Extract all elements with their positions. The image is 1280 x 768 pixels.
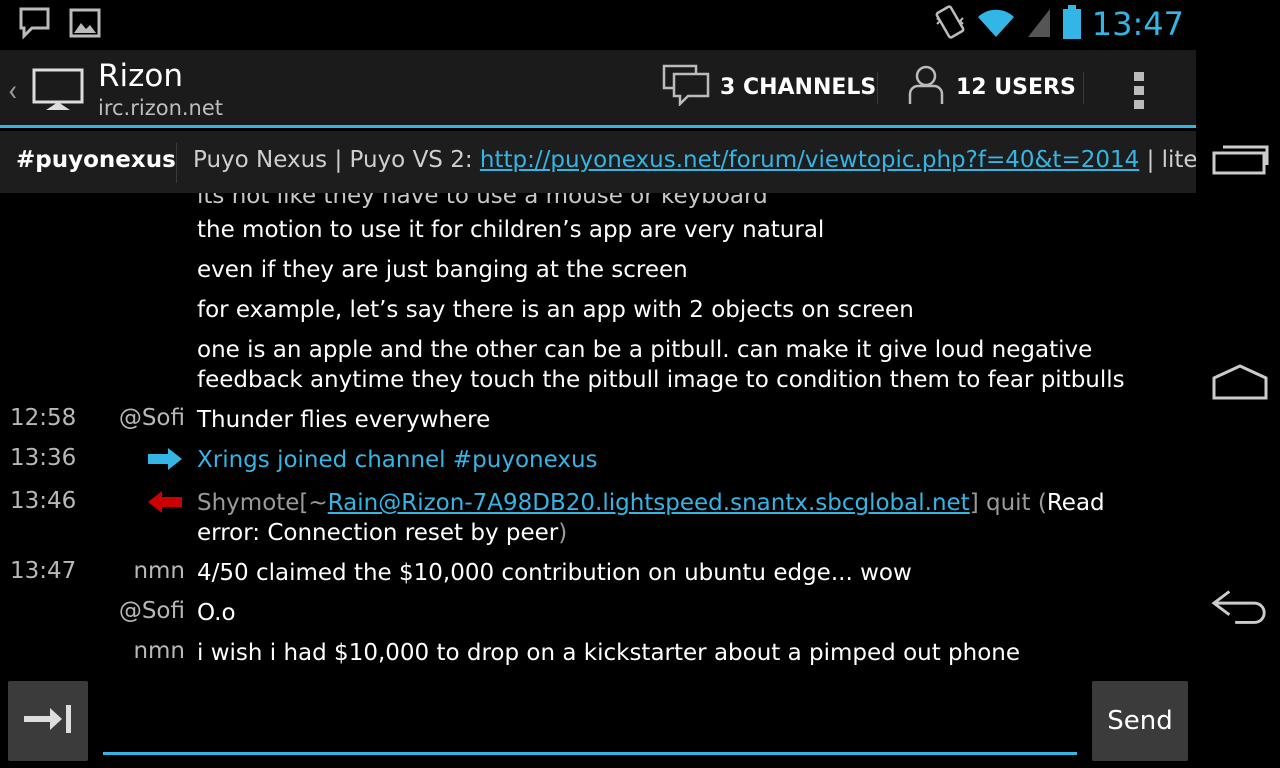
vibrate-icon: [934, 4, 966, 44]
nick-complete-button[interactable]: [8, 681, 88, 761]
server-title: Rizon: [98, 58, 184, 94]
recent-apps-icon[interactable]: [1210, 135, 1270, 185]
message-list[interactable]: its not like they have to use a mouse or…: [0, 193, 1196, 675]
signal-icon: [1026, 5, 1052, 43]
users-label: 12 USERS: [956, 75, 1076, 100]
topic-suffix: | lite: [1139, 147, 1196, 173]
message-nick[interactable]: @Sofi: [119, 405, 185, 431]
topic-link[interactable]: http://puyonexus.net/forum/viewtopic.php…: [480, 147, 1139, 173]
action-bar: ‹ Rizon irc.rizon.net 3 CHANNELS 12 USER…: [0, 50, 1196, 128]
input-bar: Send: [0, 675, 1196, 768]
message-time: 12:58: [10, 405, 77, 431]
up-chevron-icon[interactable]: ‹: [8, 76, 17, 106]
channel-topic: Puyo Nexus | Puyo VS 2: http://puyonexus…: [193, 147, 1196, 173]
back-icon[interactable]: [1210, 582, 1270, 632]
message-text: one is an apple and the other can be a p…: [197, 337, 1125, 393]
message-time: 13:36: [10, 445, 77, 471]
action-divider: [1083, 72, 1084, 104]
channels-icon: [662, 64, 710, 112]
join-event-label: Xrings joined channel: [197, 447, 453, 473]
overflow-menu-icon[interactable]: [1126, 70, 1154, 114]
user-icon: [906, 64, 946, 112]
join-channel-link[interactable]: #puyonexus: [453, 447, 598, 473]
message-time: 13:47: [10, 558, 77, 584]
notification-area: [18, 6, 102, 44]
current-channel-name[interactable]: #puyonexus: [16, 147, 176, 173]
quit-host-link[interactable]: Rain@Rizon-7A98DB20.lightspeed.snantx.sb…: [328, 490, 970, 516]
channels-button[interactable]: 3 CHANNELS: [662, 50, 876, 125]
message-nick[interactable]: nmn: [133, 638, 185, 664]
wifi-icon: [976, 5, 1016, 43]
message-text: 4/50 claimed the $10,000 contribution on…: [197, 560, 912, 586]
message-nick[interactable]: @Sofi: [119, 598, 185, 624]
server-hostname: irc.rizon.net: [98, 96, 224, 120]
quit-event-text: Shymote[~Rain@Rizon-7A98DB20.lightspeed.…: [197, 488, 1137, 548]
home-icon[interactable]: [1210, 357, 1270, 407]
partial-message: its not like they have to use a mouse or…: [197, 193, 768, 209]
topic-bar: #puyonexus Puyo Nexus | Puyo VS 2: http:…: [0, 131, 1196, 193]
topic-prefix: Puyo Nexus | Puyo VS 2:: [193, 147, 480, 173]
action-divider: [877, 72, 878, 104]
message-text: the motion to use it for children’s app …: [197, 217, 825, 243]
system-status: 13:47: [934, 4, 1184, 44]
message-time: 13:46: [10, 488, 77, 514]
navigation-bar: [1196, 0, 1280, 768]
quit-arrow-icon: [146, 490, 184, 518]
battery-icon: [1062, 4, 1082, 44]
quit-label: ] quit (: [969, 490, 1047, 516]
message-text: Thunder flies everywhere: [197, 407, 491, 433]
quit-close-paren: ): [558, 520, 568, 546]
server-monitor-icon[interactable]: [32, 68, 84, 116]
status-bar: 13:47: [0, 0, 1196, 50]
quit-nick: Shymote[~: [197, 490, 328, 516]
join-arrow-icon: [146, 447, 184, 475]
message-text: for example, let’s say there is an app w…: [197, 297, 914, 323]
channels-label: 3 CHANNELS: [720, 75, 877, 100]
join-event-text: Xrings joined channel #puyonexus: [197, 445, 1137, 475]
message-nick[interactable]: nmn: [133, 558, 185, 584]
message-text: even if they are just banging at the scr…: [197, 257, 688, 283]
topic-divider: [176, 143, 177, 183]
users-button[interactable]: 12 USERS: [906, 50, 1076, 125]
message-input[interactable]: [103, 689, 1077, 755]
tab-arrow-icon: [22, 702, 74, 740]
image-notification-icon: [68, 6, 102, 44]
chat-notification-icon: [18, 6, 52, 44]
message-text: i wish i had $10,000 to drop on a kickst…: [197, 640, 1021, 666]
status-clock: 13:47: [1091, 5, 1184, 43]
send-button[interactable]: Send: [1092, 681, 1188, 761]
message-text: O.o: [197, 600, 236, 626]
